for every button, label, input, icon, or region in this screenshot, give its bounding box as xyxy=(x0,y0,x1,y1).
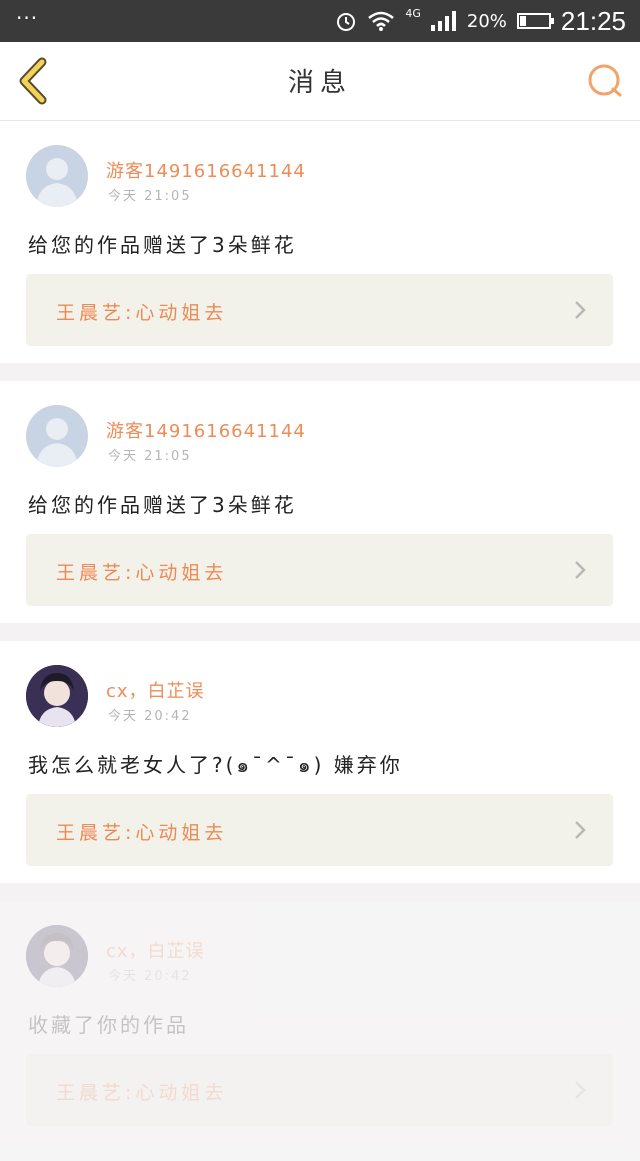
sender-name[interactable]: 游客1491616641144 xyxy=(106,157,306,183)
status-icons: 4G 20% 21:25 xyxy=(335,0,626,42)
work-link[interactable]: 王晨艺:心动姐去 xyxy=(26,1054,613,1126)
message-content: 给您的作品赠送了3朵鲜花 xyxy=(28,233,297,257)
photo-avatar[interactable] xyxy=(26,665,88,727)
default-avatar[interactable] xyxy=(26,145,88,207)
chevron-right-icon xyxy=(575,561,586,579)
sender-name[interactable]: cx，白芷误 xyxy=(106,937,205,963)
work-link[interactable]: 王晨艺:心动姐去 xyxy=(26,274,613,346)
work-title: 王晨艺:心动姐去 xyxy=(56,302,228,324)
work-title: 王晨艺:心动姐去 xyxy=(56,562,228,584)
chevron-right-icon xyxy=(575,821,586,839)
message-time: 今天 20:42 xyxy=(108,709,192,724)
page-title: 消息 xyxy=(287,68,352,98)
user-photo-icon xyxy=(26,665,88,727)
status-bar: ··· 4G 20% 21:25 xyxy=(0,0,640,42)
battery-icon xyxy=(516,13,554,29)
photo-avatar[interactable] xyxy=(26,925,88,987)
wifi-icon xyxy=(368,11,395,31)
message-content: 收藏了你的作品 xyxy=(28,1013,189,1037)
work-link[interactable]: 王晨艺:心动姐去 xyxy=(26,534,613,606)
message-time: 今天 21:05 xyxy=(108,449,192,464)
user-photo-icon xyxy=(26,925,88,987)
message-content: 给您的作品赠送了3朵鲜花 xyxy=(28,493,297,517)
alarm-icon xyxy=(337,13,356,31)
message-content: 我怎么就老女人了?(๑¯^¯๑) 嫌弃你 xyxy=(28,753,403,777)
work-title: 王晨艺:心动姐去 xyxy=(56,822,228,844)
message-item[interactable]: 游客1491616641144 今天 21:05 给您的作品赠送了3朵鲜花 王晨… xyxy=(0,381,640,623)
nav-bar: 消息 xyxy=(0,42,640,121)
message-time: 今天 20:42 xyxy=(108,969,192,984)
sender-name[interactable]: cx，白芷误 xyxy=(106,677,205,703)
message-item[interactable]: cx，白芷误 今天 20:42 我怎么就老女人了?(๑¯^¯๑) 嫌弃你 王晨艺… xyxy=(0,641,640,883)
work-title: 王晨艺:心动姐去 xyxy=(56,1082,228,1104)
work-link[interactable]: 王晨艺:心动姐去 xyxy=(26,794,613,866)
sender-name[interactable]: 游客1491616641144 xyxy=(106,417,306,443)
chevron-right-icon xyxy=(575,1081,586,1099)
user-silhouette-icon xyxy=(36,158,78,207)
message-time: 今天 21:05 xyxy=(108,189,192,204)
chevron-right-icon xyxy=(575,301,586,319)
status-time: 21:25 xyxy=(560,5,626,36)
default-avatar[interactable] xyxy=(26,405,88,467)
battery-fill xyxy=(519,16,526,26)
message-item[interactable]: cx，白芷误 今天 20:42 收藏了你的作品 王晨艺:心动姐去 xyxy=(0,901,640,1161)
search-icon[interactable] xyxy=(586,62,624,100)
signal-icon xyxy=(430,11,456,31)
menu-dots: ··· xyxy=(16,6,39,30)
network-type: 4G xyxy=(405,6,421,20)
message-item[interactable]: 游客1491616641144 今天 21:05 给您的作品赠送了3朵鲜花 王晨… xyxy=(0,121,640,363)
battery-percent: 20% xyxy=(466,10,507,32)
user-silhouette-icon xyxy=(36,418,78,467)
